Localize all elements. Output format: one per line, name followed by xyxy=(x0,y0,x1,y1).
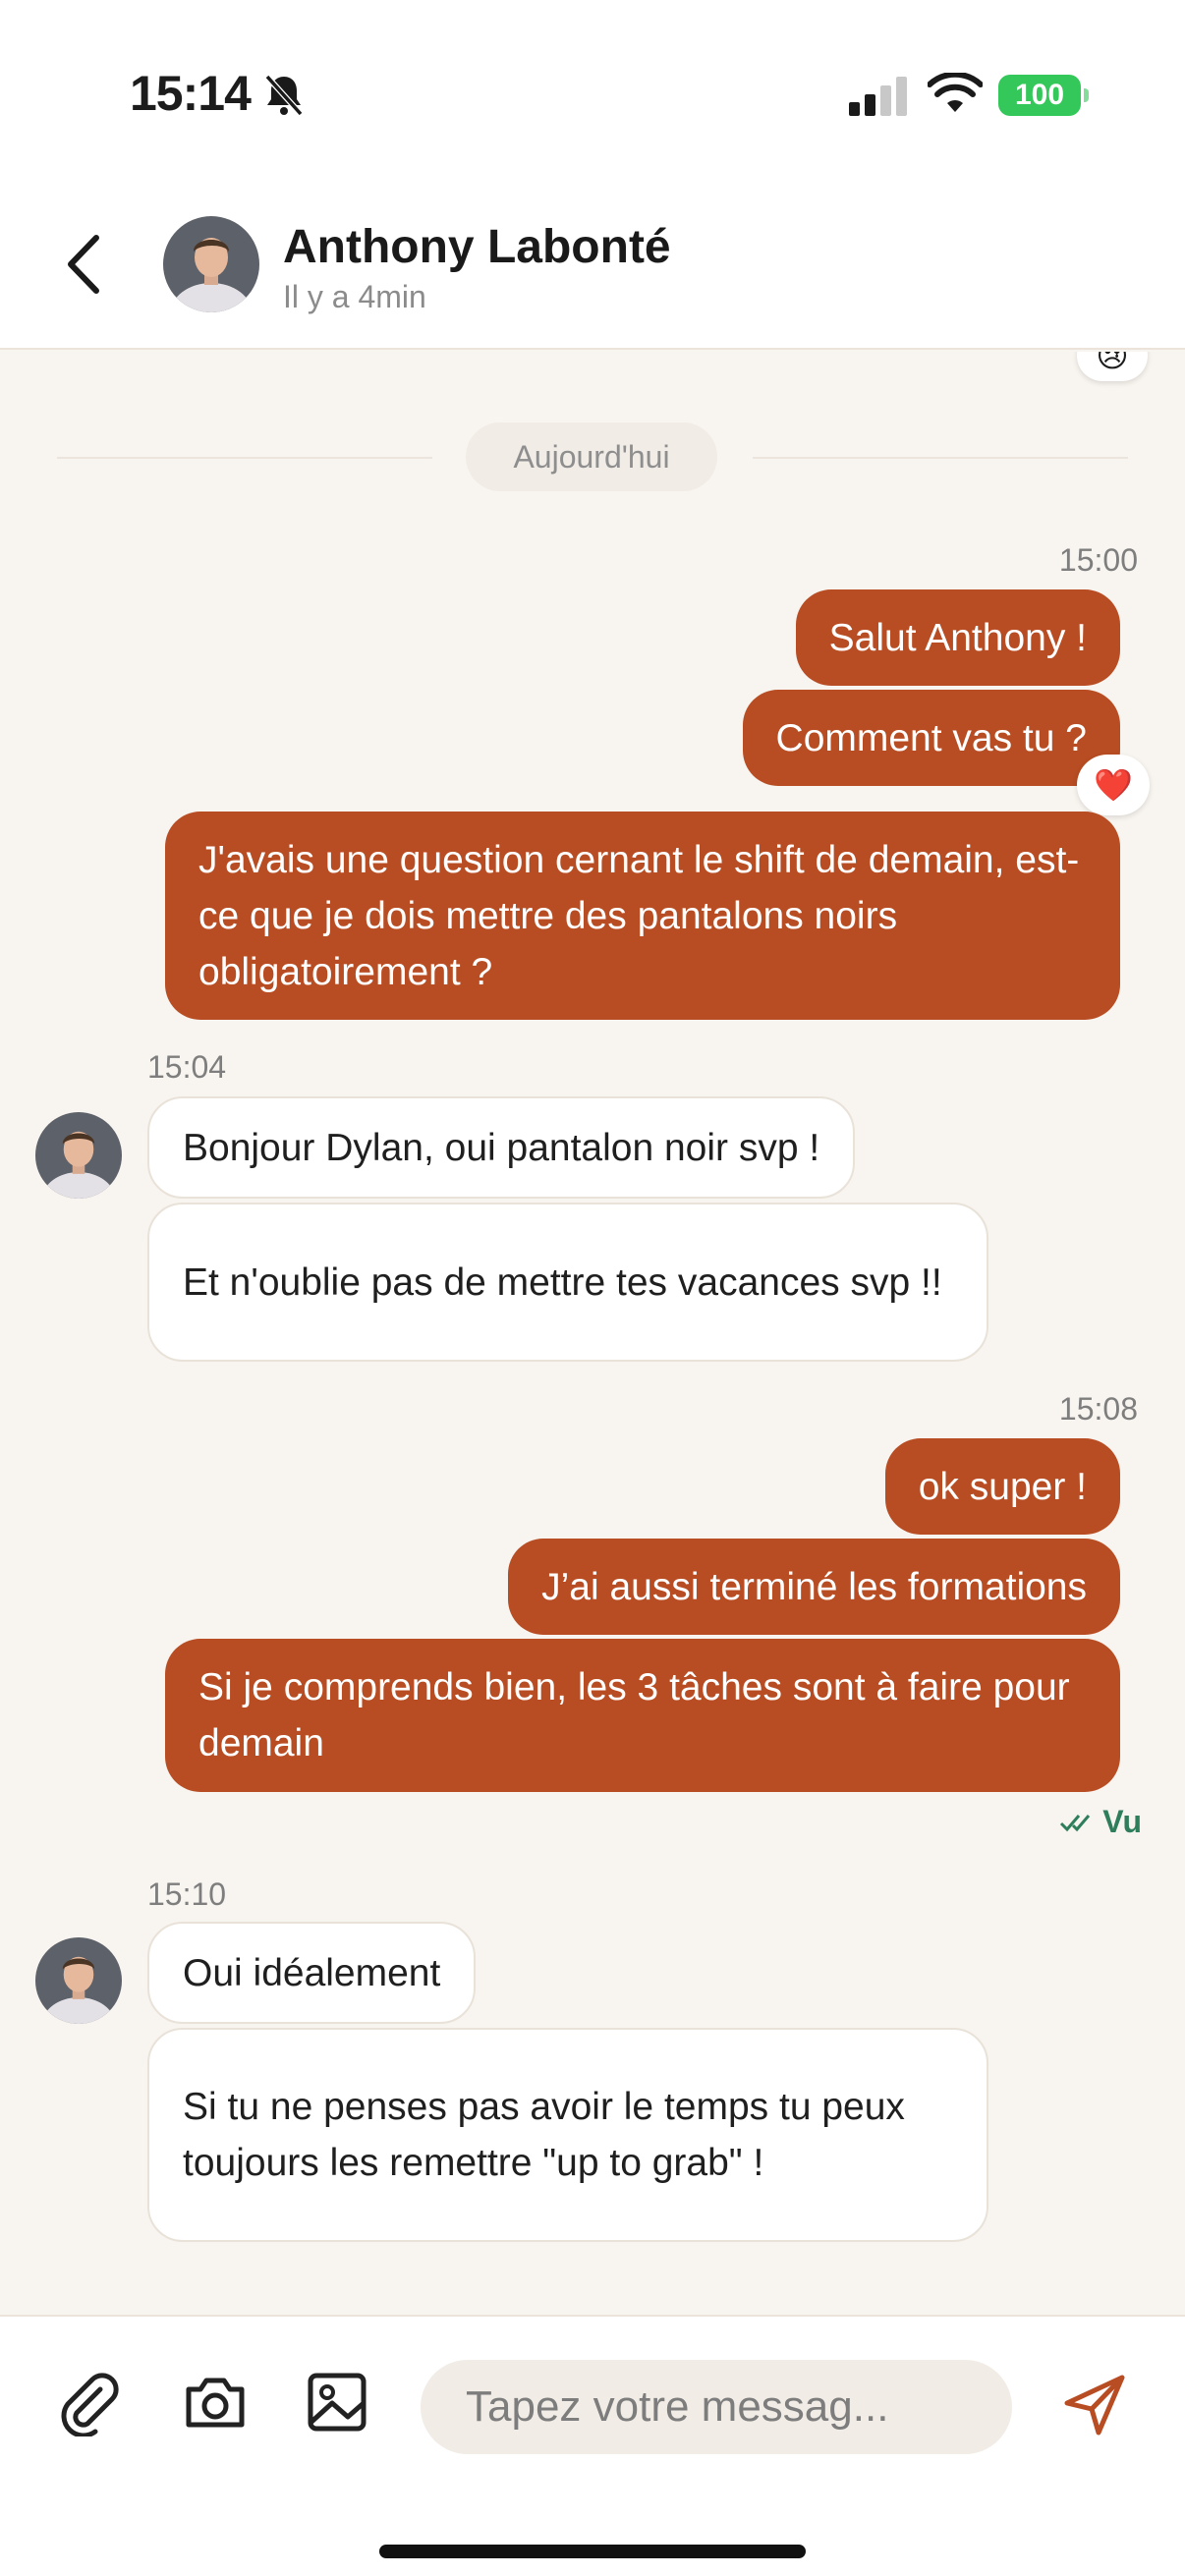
chat-header: Anthony Labonté Il y a 4min xyxy=(0,196,1185,350)
home-indicator xyxy=(379,2545,806,2558)
message-bubble-incoming[interactable]: Et n'oublie pas de mettre tes vacances s… xyxy=(147,1203,988,1362)
wifi-icon xyxy=(928,73,983,112)
send-icon[interactable] xyxy=(1059,2370,1130,2440)
message-timestamp: 15:00 xyxy=(1058,542,1138,578)
message-bubble-outgoing[interactable]: Comment vas tu ? xyxy=(742,690,1120,786)
chevron-left-icon[interactable] xyxy=(57,230,112,299)
bell-slash-icon xyxy=(264,74,304,117)
message-timestamp: 15:10 xyxy=(147,1876,227,1912)
date-divider: Aujourd'hui xyxy=(466,422,717,491)
message-text: Oui idéalement xyxy=(183,1951,441,1994)
message-bubble-outgoing[interactable]: ok super ! xyxy=(884,1438,1120,1535)
message-text: ok super ! xyxy=(918,1465,1087,1508)
message-text: Et n'oublie pas de mettre tes vacances s… xyxy=(183,1260,942,1304)
date-divider-line xyxy=(753,457,1128,459)
camera-icon[interactable] xyxy=(181,2368,250,2436)
message-input[interactable] xyxy=(421,2360,1012,2454)
message-timestamp: 15:08 xyxy=(1058,1391,1138,1427)
message-text: Si je comprends bien, les 3 tâches sont … xyxy=(198,1666,1070,1764)
message-text: Bonjour Dylan, oui pantalon noir svp ! xyxy=(183,1126,820,1169)
message-reaction[interactable]: ❤️ xyxy=(1077,755,1150,815)
message-input-bar xyxy=(0,2315,1185,2576)
contact-last-seen: Il y a 4min xyxy=(283,279,426,314)
message-bubble-incoming[interactable]: Bonjour Dylan, oui pantalon noir svp ! xyxy=(147,1096,856,1199)
message-bubble-outgoing[interactable]: J'avais une question cernant le shift de… xyxy=(165,812,1120,1020)
sender-avatar[interactable] xyxy=(35,1112,122,1199)
message-bubble-outgoing[interactable]: Si je comprends bien, les 3 tâches sont … xyxy=(165,1639,1120,1792)
image-icon[interactable] xyxy=(303,2368,371,2436)
message-text: Comment vas tu ? xyxy=(775,716,1087,759)
signal-icon xyxy=(849,77,907,116)
message-list[interactable]: 😢 Aujourd'hui 15:00 Salut Anthony ! Comm… xyxy=(0,352,1185,2315)
seen-label: Vu xyxy=(1102,1804,1142,1839)
battery-indicator: 100 xyxy=(998,75,1089,116)
message-text: J’ai aussi terminé les formations xyxy=(541,1565,1087,1608)
seen-indicator: Vu xyxy=(1059,1804,1142,1840)
message-text: Salut Anthony ! xyxy=(828,616,1087,659)
message-text: Si tu ne penses pas avoir le temps tu pe… xyxy=(183,2086,905,2184)
paperclip-icon[interactable] xyxy=(55,2368,124,2436)
message-bubble-incoming[interactable]: Oui idéalement xyxy=(147,1922,477,2024)
date-divider-line xyxy=(57,457,432,459)
message-bubble-outgoing[interactable]: J’ai aussi terminé les formations xyxy=(508,1539,1120,1635)
message-text: J'avais une question cernant le shift de… xyxy=(198,838,1080,993)
contact-name: Anthony Labonté xyxy=(283,221,671,273)
message-bubble-incoming[interactable]: Si tu ne penses pas avoir le temps tu pe… xyxy=(147,2028,988,2242)
message-bubble-outgoing[interactable]: Salut Anthony ! xyxy=(795,589,1120,686)
status-bar: 15:14 100 xyxy=(0,0,1185,196)
message-reaction[interactable]: 😢 xyxy=(1077,352,1148,381)
sender-avatar[interactable] xyxy=(35,1937,122,2024)
double-check-icon xyxy=(1060,1814,1091,1831)
message-timestamp: 15:04 xyxy=(147,1049,227,1085)
status-time: 15:14 xyxy=(130,66,252,121)
contact-avatar[interactable] xyxy=(163,216,259,312)
